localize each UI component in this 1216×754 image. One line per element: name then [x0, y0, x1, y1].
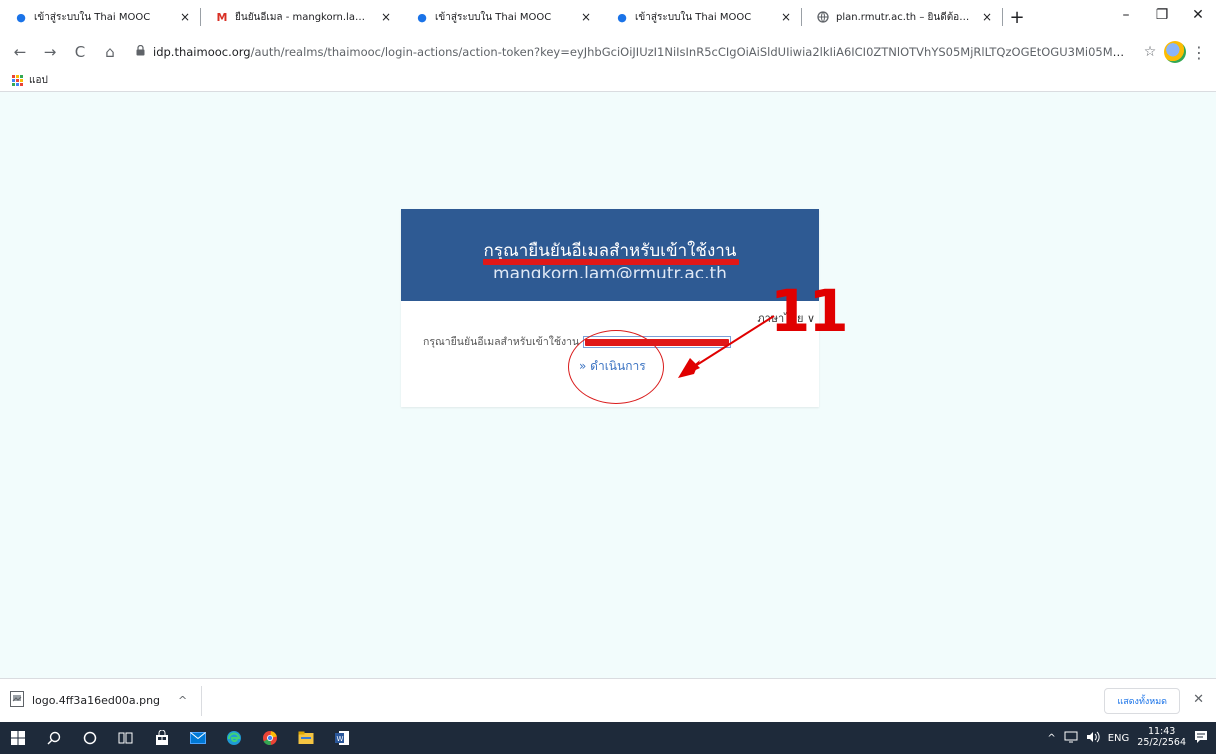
- download-item[interactable]: logo.4ff3a16ed00a.png ^: [10, 685, 203, 716]
- svg-text:W: W: [337, 735, 344, 743]
- mail-icon[interactable]: [180, 722, 216, 754]
- tray-chevron-icon[interactable]: ^: [1047, 733, 1055, 744]
- apps-bookmark-label[interactable]: แอป: [29, 73, 48, 88]
- annotation-arrow: [678, 315, 775, 378]
- windows-start-icon[interactable]: [0, 722, 36, 754]
- bookmark-star-icon[interactable]: ☆: [1138, 44, 1162, 60]
- gmail-icon: M: [216, 10, 228, 24]
- search-icon[interactable]: [36, 722, 72, 754]
- profile-avatar[interactable]: [1164, 41, 1186, 63]
- word-icon[interactable]: W: [324, 722, 360, 754]
- back-button[interactable]: ←: [6, 38, 34, 66]
- minimize-button[interactable]: –: [1108, 0, 1144, 30]
- globe-icon: [816, 10, 830, 24]
- file-explorer-icon[interactable]: [288, 722, 324, 754]
- restore-button[interactable]: ❐: [1144, 0, 1180, 30]
- windows-taskbar: W ^ ENG 11:43 25/2/2564: [0, 722, 1216, 754]
- close-window-button[interactable]: ✕: [1180, 0, 1216, 30]
- close-icon[interactable]: ×: [178, 10, 192, 24]
- tab-title: เข้าสู่ระบบใน Thai MOOC: [34, 11, 151, 23]
- tab-plan-rmutr[interactable]: plan.rmutr.ac.th – ยินดีต้อนรับเข้าสู่ ×: [802, 0, 1002, 34]
- bookmarks-bar: แอป: [0, 70, 1216, 92]
- tab-title: ยืนยันอีเมล - mangkorn.lam@rmut: [235, 11, 373, 23]
- image-file-icon: [10, 691, 24, 710]
- system-tray: ^ ENG 11:43 25/2/2564: [1047, 722, 1216, 754]
- browser-menu-icon[interactable]: ⋮: [1188, 43, 1210, 62]
- url-host: idp.thaimooc.org: [153, 45, 251, 59]
- apps-grid-icon[interactable]: [12, 75, 23, 86]
- url-path: /auth/realms/thaimooc/login-actions/acti…: [250, 45, 1126, 59]
- home-button[interactable]: ⌂: [96, 38, 124, 66]
- tab-title: plan.rmutr.ac.th – ยินดีต้อนรับเข้าสู่: [836, 11, 974, 23]
- show-all-downloads-button[interactable]: แสดงทั้งหมด: [1104, 688, 1180, 714]
- address-bar[interactable]: idp.thaimooc.org/auth/realms/thaimooc/lo…: [126, 38, 1136, 66]
- reload-button[interactable]: C: [66, 38, 94, 66]
- close-icon[interactable]: ×: [779, 10, 793, 24]
- tab-gmail[interactable]: M ยืนยันอีเมล - mangkorn.lam@rmut ×: [201, 0, 401, 34]
- drop-icon: ●: [16, 10, 26, 24]
- network-icon[interactable]: [1064, 731, 1078, 746]
- close-icon[interactable]: ×: [379, 10, 393, 24]
- card-header: กรุณายืนยันอีเมลสำหรับเข้าใช้งาน mangkor…: [401, 209, 819, 301]
- browser-toolbar: ← → C ⌂ idp.thaimooc.org/auth/realms/tha…: [0, 34, 1216, 70]
- new-tab-button[interactable]: +: [1003, 0, 1031, 34]
- tab-thaimooc-3[interactable]: ● เข้าสู่ระบบใน Thai MOOC ×: [601, 0, 801, 34]
- clock-date: 25/2/2564: [1137, 737, 1186, 748]
- edge-icon[interactable]: [216, 722, 252, 754]
- clock[interactable]: 11:43 25/2/2564: [1137, 726, 1186, 749]
- tab-strip: ● เข้าสู่ระบบใน Thai MOOC × M ยืนยันอีเม…: [0, 0, 1216, 34]
- annotation-circle: [568, 330, 664, 404]
- drop-icon: ●: [617, 10, 627, 24]
- tab-thaimooc-active[interactable]: ● เข้าสู่ระบบใน Thai MOOC ×: [401, 0, 601, 34]
- redaction-mark: [483, 259, 739, 265]
- store-icon[interactable]: [144, 722, 180, 754]
- forward-button[interactable]: →: [36, 38, 64, 66]
- notification-icon[interactable]: [1194, 730, 1208, 747]
- input-language[interactable]: ENG: [1108, 733, 1130, 744]
- tab-title: เข้าสู่ระบบใน Thai MOOC: [635, 11, 752, 23]
- window-controls: – ❐ ✕: [1108, 0, 1216, 30]
- task-view-icon[interactable]: [108, 722, 144, 754]
- close-icon[interactable]: ×: [980, 10, 994, 24]
- close-download-bar-icon[interactable]: ✕: [1193, 692, 1204, 707]
- tab-thaimooc-1[interactable]: ● เข้าสู่ระบบใน Thai MOOC ×: [0, 0, 200, 34]
- chevron-up-icon[interactable]: ^: [178, 694, 187, 707]
- close-icon[interactable]: ×: [579, 10, 593, 24]
- drop-icon: ●: [417, 10, 427, 24]
- lock-icon: [136, 44, 145, 59]
- header-email: mangkorn.lam@rmutr.ac.th: [493, 263, 727, 278]
- page-content: กรุณายืนยันอีเมลสำหรับเข้าใช้งาน mangkor…: [0, 92, 1216, 678]
- tab-title: เข้าสู่ระบบใน Thai MOOC: [435, 11, 552, 23]
- download-file-name: logo.4ff3a16ed00a.png: [32, 694, 161, 707]
- cortana-icon[interactable]: [72, 722, 108, 754]
- verify-message-text: กรุณายืนยันอีเมลสำหรับเข้าใช้งาน: [423, 336, 580, 348]
- chrome-icon[interactable]: [252, 722, 288, 754]
- volume-icon[interactable]: [1086, 731, 1100, 746]
- download-bar: logo.4ff3a16ed00a.png ^ แสดงทั้งหมด ✕: [0, 678, 1216, 722]
